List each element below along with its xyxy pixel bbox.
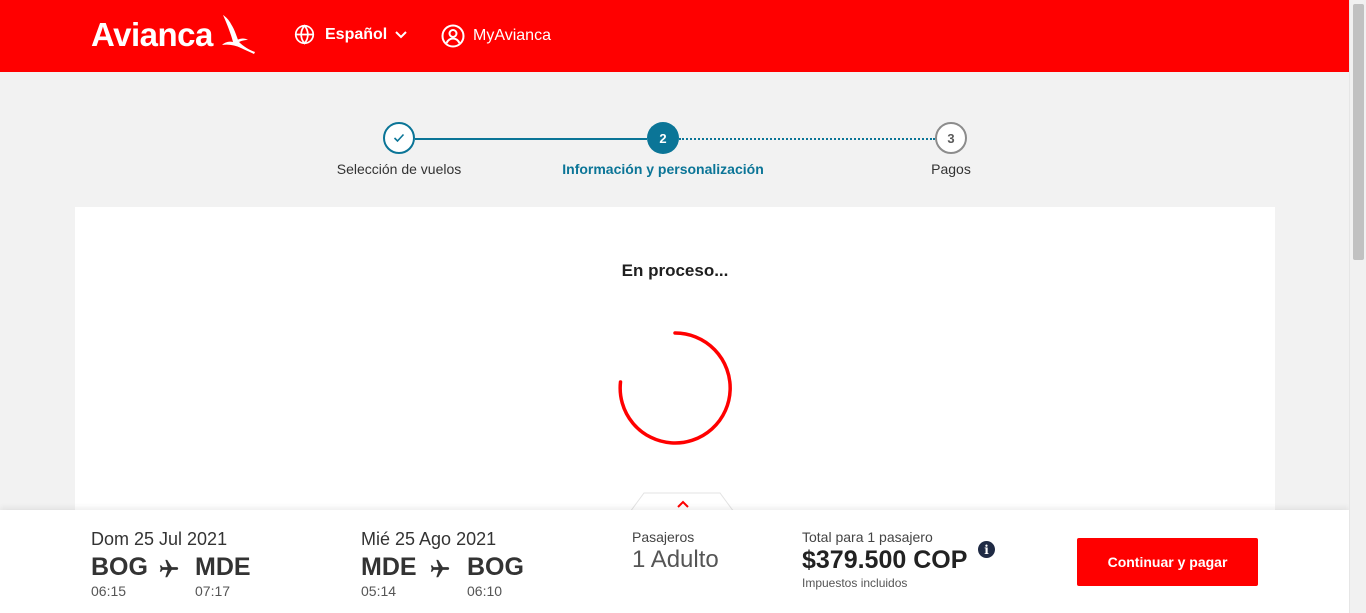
outbound-origin-code: BOG bbox=[91, 553, 148, 581]
summary-expand-tab[interactable] bbox=[630, 492, 734, 512]
check-icon bbox=[393, 133, 405, 143]
progress-stepper: 2 3 Selección de vuelos Información y pe… bbox=[0, 122, 1349, 182]
loading-spinner-icon bbox=[618, 331, 732, 445]
step-3-indicator: 3 bbox=[935, 122, 967, 154]
outbound-destination-code: MDE bbox=[195, 553, 251, 581]
return-destination-time: 06:10 bbox=[467, 583, 503, 599]
return-route: MDE 05:14 BOG 06:10 bbox=[361, 553, 561, 603]
user-circle-icon bbox=[441, 24, 465, 48]
continue-and-pay-button[interactable]: Continuar y pagar bbox=[1077, 538, 1258, 586]
total-price: $379.500 COP bbox=[802, 546, 968, 574]
outbound-date: Dom 25 Jul 2021 bbox=[91, 529, 228, 549]
myavianca-label: MyAvianca bbox=[473, 27, 551, 44]
total-label: Total para 1 pasajero bbox=[802, 529, 933, 545]
airplane-icon bbox=[159, 559, 179, 578]
total-price-summary: Total para 1 pasajero $379.500 COP Impue… bbox=[802, 529, 967, 590]
return-date: Mié 25 Ago 2021 bbox=[361, 529, 497, 549]
page-scrollbar[interactable] bbox=[1349, 0, 1366, 613]
airplane-icon bbox=[430, 559, 450, 578]
step-connector-completed bbox=[415, 138, 647, 140]
scrollbar-thumb[interactable] bbox=[1353, 4, 1364, 260]
return-flight-summary: Mié 25 Ago 2021 MDE 05:14 BOG 06:10 bbox=[361, 529, 524, 599]
processing-card: En proceso... bbox=[75, 207, 1275, 517]
info-icon[interactable]: i bbox=[978, 541, 995, 558]
passengers-value: 1 Adulto bbox=[632, 546, 719, 573]
taxes-label: Impuestos incluidos bbox=[802, 576, 908, 590]
passengers-summary: Pasajeros 1 Adulto bbox=[632, 529, 719, 574]
globe-icon bbox=[294, 24, 315, 45]
myavianca-link[interactable]: MyAvianca bbox=[441, 24, 551, 48]
return-origin-code: MDE bbox=[361, 553, 417, 581]
avianca-logo[interactable]: Avianca bbox=[91, 15, 257, 56]
step-3-label: Pagos bbox=[931, 161, 971, 177]
step-2-label: Información y personalización bbox=[562, 161, 764, 177]
step-2-indicator: 2 bbox=[647, 122, 679, 154]
step-1-label: Selección de vuelos bbox=[336, 161, 462, 177]
outbound-route: BOG 06:15 MDE 07:17 bbox=[91, 553, 291, 603]
outbound-flight-summary: Dom 25 Jul 2021 BOG 06:15 MDE 07:17 bbox=[91, 529, 251, 599]
return-destination-code: BOG bbox=[467, 553, 524, 581]
logo-text: Avianca bbox=[91, 16, 213, 53]
passengers-label: Pasajeros bbox=[632, 529, 695, 545]
outbound-origin-time: 06:15 bbox=[91, 583, 127, 599]
outbound-destination-time: 07:17 bbox=[195, 583, 231, 599]
step-connector-pending bbox=[679, 138, 935, 140]
language-selector[interactable]: Español bbox=[294, 24, 407, 45]
bird-logo-icon bbox=[221, 15, 255, 54]
return-origin-time: 05:14 bbox=[361, 583, 397, 599]
top-header: Avianca Español MyAvianca bbox=[0, 0, 1349, 72]
language-label: Español bbox=[325, 25, 388, 43]
processing-text: En proceso... bbox=[621, 261, 729, 280]
chevron-down-icon bbox=[395, 30, 407, 38]
step-1-indicator bbox=[383, 122, 415, 154]
